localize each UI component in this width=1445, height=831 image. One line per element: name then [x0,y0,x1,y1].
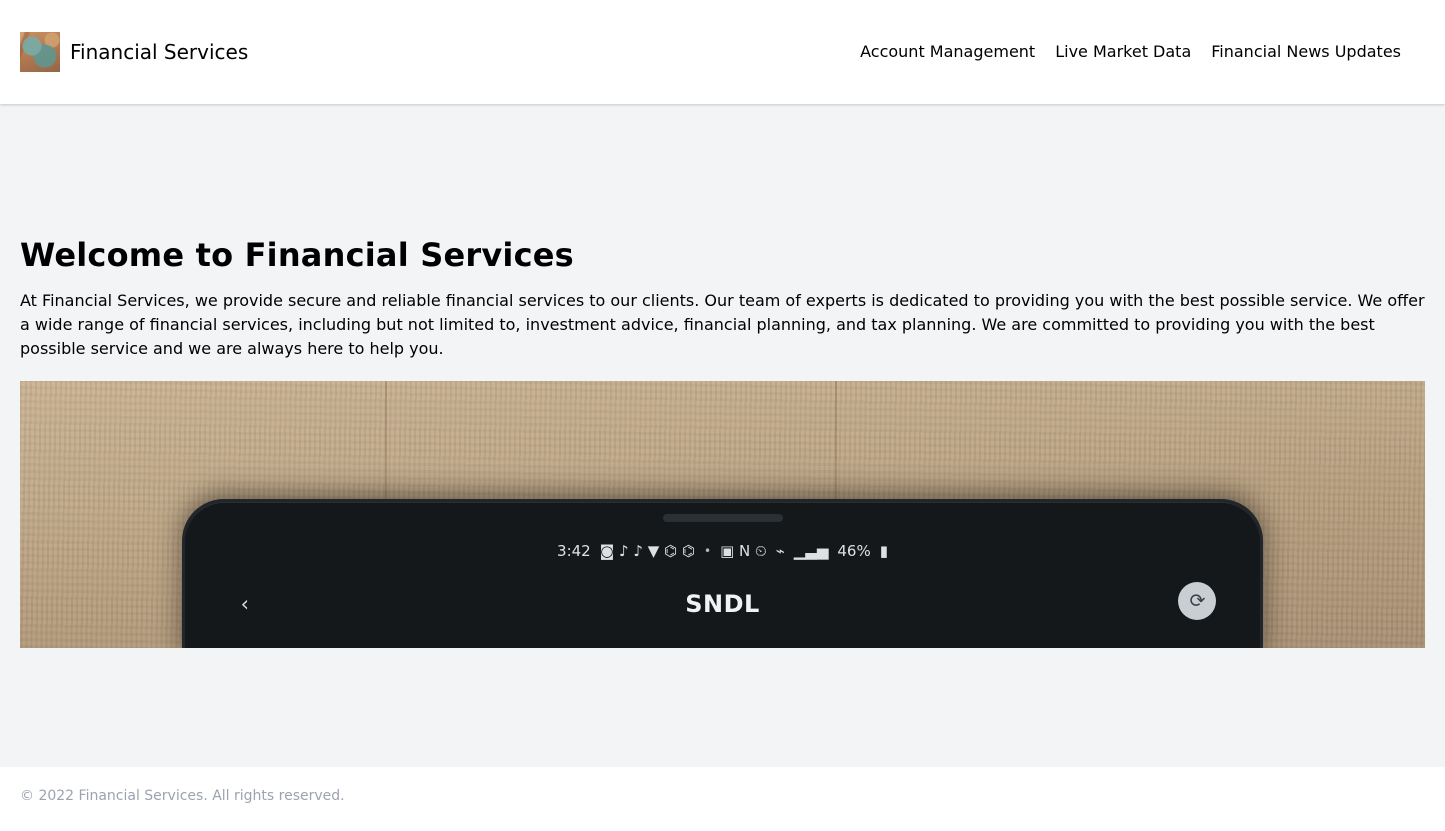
nav-link-financial-news-updates[interactable]: Financial News Updates [1211,44,1401,60]
copyright-text: © 2022 Financial Services. All rights re… [20,788,345,804]
phone-status-bar: 3:42 ◙ ♪ ♪ ▼ ⌬ ⌬ • ▣ N ⏲ ⌁ ▁▃▅ 46% ▮ [185,542,1261,560]
brand[interactable]: Financial Services [20,32,248,72]
hero-image: 3:42 ◙ ♪ ♪ ▼ ⌬ ⌬ • ▣ N ⏲ ⌁ ▁▃▅ 46% ▮ ‹ S… [20,381,1425,649]
battery-percent-label: 46% [837,541,871,560]
phone-device: 3:42 ◙ ♪ ♪ ▼ ⌬ ⌬ • ▣ N ⏲ ⌁ ▁▃▅ 46% ▮ ‹ S… [181,498,1264,649]
page-title: Welcome to Financial Services [20,235,574,274]
page-root: Financial Services Account Management Li… [0,0,1445,831]
phone-app-title: SNDL [685,589,760,618]
brand-logo-image [20,32,60,72]
status-system-icons: ▣ N ⏲ [720,541,767,560]
status-separator-dot: • [704,543,712,558]
brand-name: Financial Services [70,40,249,64]
signal-icon: ▁▃▅ [793,541,829,560]
primary-nav: Account Management Live Market Data Fina… [860,44,1401,60]
wifi-icon: ⌁ [775,541,785,560]
status-app-icons-left: ◙ ♪ ♪ ▼ ⌬ ⌬ [599,541,695,560]
phone-speaker-notch [662,513,783,522]
logo-texture [20,32,60,72]
nav-link-account-management[interactable]: Account Management [860,44,1035,60]
site-footer: © 2022 Financial Services. All rights re… [0,767,1445,831]
intro-paragraph: At Financial Services, we provide secure… [20,291,1425,359]
main-inner: Welcome to Financial Services At Financi… [20,223,1425,649]
nav-link-live-market-data[interactable]: Live Market Data [1055,44,1191,60]
status-time: 3:42 [557,541,591,560]
battery-icon: ▮ [879,541,888,560]
main-content: Welcome to Financial Services At Financi… [0,104,1445,767]
site-header: Financial Services Account Management Li… [0,0,1445,104]
